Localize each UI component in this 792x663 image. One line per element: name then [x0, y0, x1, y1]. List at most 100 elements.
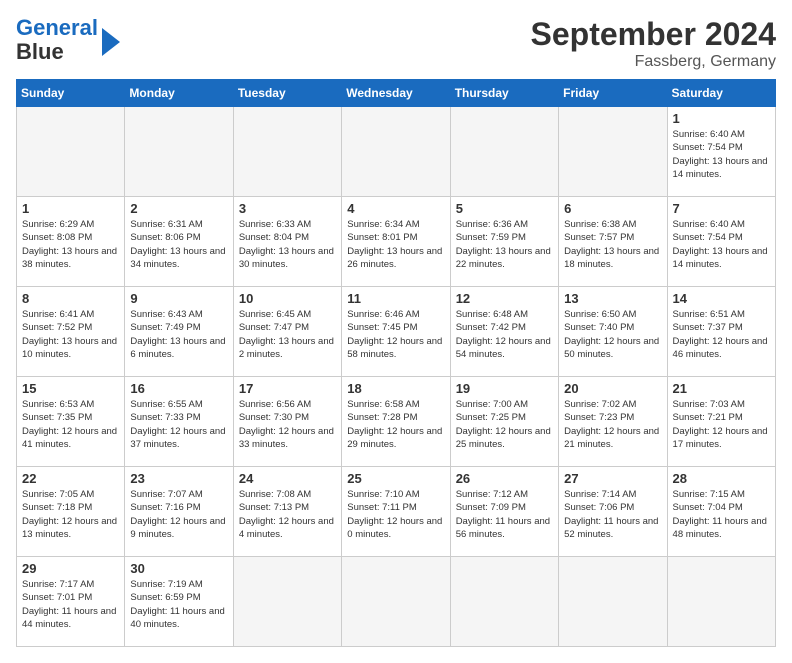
calendar-cell: 30 Sunrise: 7:19 AMSunset: 6:59 PMDayligh…	[125, 557, 233, 647]
title-block: September 2024 Fassberg, Germany	[531, 16, 776, 71]
col-saturday: Saturday	[667, 80, 775, 107]
calendar-cell: 25 Sunrise: 7:10 AMSunset: 7:11 PMDayligh…	[342, 467, 450, 557]
day-number: 26	[456, 471, 553, 486]
cell-info: Sunrise: 6:53 AMSunset: 7:35 PMDaylight:…	[22, 399, 117, 450]
calendar-cell: 12Sunrise: 6:48 AMSunset: 7:42 PMDayligh…	[450, 287, 558, 377]
logo-text: General Blue	[16, 16, 98, 64]
day-number: 1	[673, 111, 770, 126]
calendar-cell: 4 Sunrise: 6:34 AMSunset: 8:01 PMDaylight…	[342, 197, 450, 287]
cell-info: Sunrise: 7:10 AMSunset: 7:11 PMDaylight:…	[347, 489, 442, 540]
day-number: 18	[347, 381, 444, 396]
cell-info: Sunrise: 6:40 AMSunset: 7:54 PMDaylight:…	[673, 129, 768, 180]
col-wednesday: Wednesday	[342, 80, 450, 107]
day-number: 12	[456, 291, 553, 306]
calendar-cell: 10 Sunrise: 6:45 AMSunset: 7:47 PMDayligh…	[233, 287, 341, 377]
day-number: 6	[564, 201, 661, 216]
calendar-week-5: 29Sunrise: 7:17 AMSunset: 7:01 PMDayligh…	[17, 557, 776, 647]
cell-info: Sunrise: 6:38 AMSunset: 7:57 PMDaylight:…	[564, 219, 659, 270]
cell-info: Sunrise: 7:15 AMSunset: 7:04 PMDaylight:…	[673, 489, 767, 540]
day-number: 9	[130, 291, 227, 306]
day-number: 25	[347, 471, 444, 486]
logo-general: General	[16, 15, 98, 40]
day-number: 30	[130, 561, 227, 576]
calendar-cell	[125, 107, 233, 197]
cell-info: Sunrise: 7:12 AMSunset: 7:09 PMDaylight:…	[456, 489, 550, 540]
col-monday: Monday	[125, 80, 233, 107]
cell-info: Sunrise: 6:31 AMSunset: 8:06 PMDaylight:…	[130, 219, 225, 270]
day-number: 22	[22, 471, 119, 486]
day-number: 10	[239, 291, 336, 306]
calendar-cell: 22 Sunrise: 7:05 AMSunset: 7:18 PMDayligh…	[17, 467, 125, 557]
calendar-cell: 9 Sunrise: 6:43 AMSunset: 7:49 PMDaylight…	[125, 287, 233, 377]
cell-info: Sunrise: 6:51 AMSunset: 7:37 PMDaylight:…	[673, 309, 768, 360]
cell-info: Sunrise: 6:36 AMSunset: 7:59 PMDaylight:…	[456, 219, 551, 270]
calendar-cell: 28 Sunrise: 7:15 AMSunset: 7:04 PMDayligh…	[667, 467, 775, 557]
calendar-cell: 21 Sunrise: 7:03 AMSunset: 7:21 PMDayligh…	[667, 377, 775, 467]
cell-info: Sunrise: 7:08 AMSunset: 7:13 PMDaylight:…	[239, 489, 334, 540]
cell-info: Sunrise: 6:33 AMSunset: 8:04 PMDaylight:…	[239, 219, 334, 270]
calendar-week-0: 1 Sunrise: 6:40 AMSunset: 7:54 PMDaylight…	[17, 107, 776, 197]
header-row: Sunday Monday Tuesday Wednesday Thursday…	[17, 80, 776, 107]
cell-info: Sunrise: 7:14 AMSunset: 7:06 PMDaylight:…	[564, 489, 658, 540]
cell-info: Sunrise: 6:46 AMSunset: 7:45 PMDaylight:…	[347, 309, 442, 360]
day-number: 15	[22, 381, 119, 396]
cell-info: Sunrise: 7:19 AMSunset: 6:59 PMDaylight:…	[130, 579, 224, 630]
calendar-cell: 2 Sunrise: 6:31 AMSunset: 8:06 PMDaylight…	[125, 197, 233, 287]
cell-info: Sunrise: 6:34 AMSunset: 8:01 PMDaylight:…	[347, 219, 442, 270]
cell-info: Sunrise: 7:05 AMSunset: 7:18 PMDaylight:…	[22, 489, 117, 540]
calendar-cell	[17, 107, 125, 197]
logo-blue: Blue	[16, 39, 64, 64]
cell-info: Sunrise: 6:56 AMSunset: 7:30 PMDaylight:…	[239, 399, 334, 450]
cell-info: Sunrise: 6:45 AMSunset: 7:47 PMDaylight:…	[239, 309, 334, 360]
day-number: 28	[673, 471, 770, 486]
calendar-week-4: 22 Sunrise: 7:05 AMSunset: 7:18 PMDayligh…	[17, 467, 776, 557]
cell-info: Sunrise: 6:58 AMSunset: 7:28 PMDaylight:…	[347, 399, 442, 450]
calendar-cell: 5 Sunrise: 6:36 AMSunset: 7:59 PMDaylight…	[450, 197, 558, 287]
calendar-cell: 29Sunrise: 7:17 AMSunset: 7:01 PMDayligh…	[17, 557, 125, 647]
month-title: September 2024	[531, 16, 776, 53]
calendar-cell	[450, 107, 558, 197]
day-number: 24	[239, 471, 336, 486]
calendar-cell: 16Sunrise: 6:55 AMSunset: 7:33 PMDayligh…	[125, 377, 233, 467]
col-tuesday: Tuesday	[233, 80, 341, 107]
day-number: 29	[22, 561, 119, 576]
day-number: 17	[239, 381, 336, 396]
logo-arrow-icon	[102, 28, 120, 56]
calendar-cell: 23Sunrise: 7:07 AMSunset: 7:16 PMDayligh…	[125, 467, 233, 557]
day-number: 16	[130, 381, 227, 396]
day-number: 27	[564, 471, 661, 486]
calendar-cell: 27 Sunrise: 7:14 AMSunset: 7:06 PMDayligh…	[559, 467, 667, 557]
calendar-week-1: 1Sunrise: 6:29 AMSunset: 8:08 PMDaylight…	[17, 197, 776, 287]
calendar-week-3: 15 Sunrise: 6:53 AMSunset: 7:35 PMDayligh…	[17, 377, 776, 467]
calendar-cell: 6 Sunrise: 6:38 AMSunset: 7:57 PMDaylight…	[559, 197, 667, 287]
logo: General Blue	[16, 16, 120, 64]
cell-info: Sunrise: 7:00 AMSunset: 7:25 PMDaylight:…	[456, 399, 551, 450]
calendar-cell	[233, 557, 341, 647]
day-number: 4	[347, 201, 444, 216]
day-number: 14	[673, 291, 770, 306]
calendar-cell: 7Sunrise: 6:40 AMSunset: 7:54 PMDaylight…	[667, 197, 775, 287]
day-number: 21	[673, 381, 770, 396]
cell-info: Sunrise: 6:43 AMSunset: 7:49 PMDaylight:…	[130, 309, 225, 360]
calendar-cell: 13Sunrise: 6:50 AMSunset: 7:40 PMDayligh…	[559, 287, 667, 377]
day-number: 19	[456, 381, 553, 396]
calendar-cell: 26 Sunrise: 7:12 AMSunset: 7:09 PMDayligh…	[450, 467, 558, 557]
day-number: 2	[130, 201, 227, 216]
calendar-cell	[667, 557, 775, 647]
day-number: 1	[22, 201, 119, 216]
day-number: 5	[456, 201, 553, 216]
calendar-cell	[342, 107, 450, 197]
calendar-cell: 20Sunrise: 7:02 AMSunset: 7:23 PMDayligh…	[559, 377, 667, 467]
day-number: 3	[239, 201, 336, 216]
page-header: General Blue September 2024 Fassberg, Ge…	[16, 16, 776, 71]
calendar-cell: 3 Sunrise: 6:33 AMSunset: 8:04 PMDaylight…	[233, 197, 341, 287]
cell-info: Sunrise: 6:50 AMSunset: 7:40 PMDaylight:…	[564, 309, 659, 360]
cell-info: Sunrise: 6:40 AMSunset: 7:54 PMDaylight:…	[673, 219, 768, 270]
calendar-cell: 24 Sunrise: 7:08 AMSunset: 7:13 PMDayligh…	[233, 467, 341, 557]
cell-info: Sunrise: 7:02 AMSunset: 7:23 PMDaylight:…	[564, 399, 659, 450]
calendar-table: Sunday Monday Tuesday Wednesday Thursday…	[16, 79, 776, 647]
col-friday: Friday	[559, 80, 667, 107]
col-sunday: Sunday	[17, 80, 125, 107]
cell-info: Sunrise: 7:03 AMSunset: 7:21 PMDaylight:…	[673, 399, 768, 450]
calendar-cell: 8Sunrise: 6:41 AMSunset: 7:52 PMDaylight…	[17, 287, 125, 377]
